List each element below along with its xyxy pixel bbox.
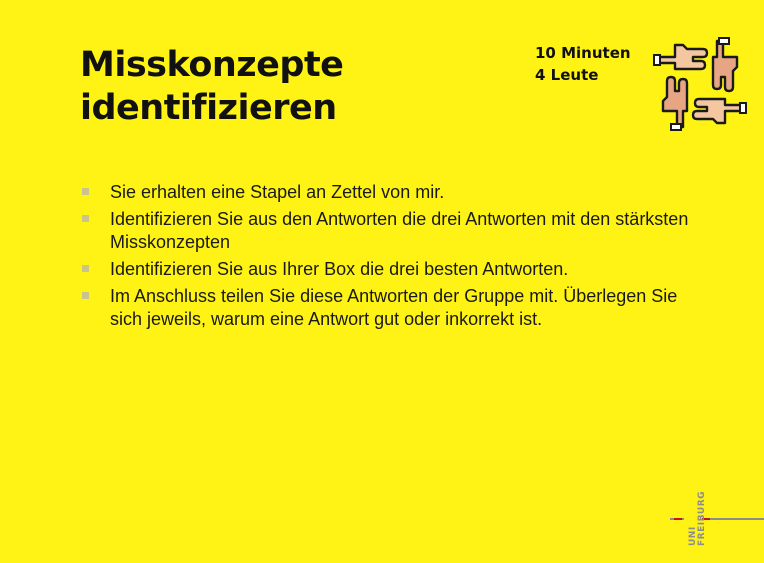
bullet-marker [82,188,89,195]
bullet-marker [82,215,89,222]
group-size-label: 4 Leute [535,66,599,84]
list-item: Sie erhalten eine Stapel an Zettel von m… [80,181,700,204]
list-item-text: Sie erhalten eine Stapel an Zettel von m… [110,182,445,202]
logo-lines [670,518,764,520]
list-item-text: Im Anschluss teilen Sie diese Antworten … [110,286,678,329]
duration-label: 10 Minuten [535,44,631,62]
activity-meta: 10 Minuten 4 Leute [535,42,631,86]
title-line-1: Misskonzepte [80,45,344,85]
slide-title: Misskonzepte identifizieren [80,44,344,130]
logo-text-freiburg: FREIBURG [697,490,707,546]
instruction-list: Sie erhalten eine Stapel an Zettel von m… [80,181,700,335]
bullet-marker [82,265,89,272]
list-item: Identifizieren Sie aus den Antworten die… [80,208,700,254]
list-item: Im Anschluss teilen Sie diese Antworten … [80,285,700,331]
hands-together-icon [653,37,747,131]
bullet-marker [82,292,89,299]
university-logo: UNI FREIBURG [668,484,764,546]
list-item-text: Identifizieren Sie aus Ihrer Box die dre… [110,259,569,279]
list-item-text: Identifizieren Sie aus den Antworten die… [110,209,689,252]
title-line-2: identifizieren [80,88,337,128]
list-item: Identifizieren Sie aus Ihrer Box die dre… [80,258,700,281]
